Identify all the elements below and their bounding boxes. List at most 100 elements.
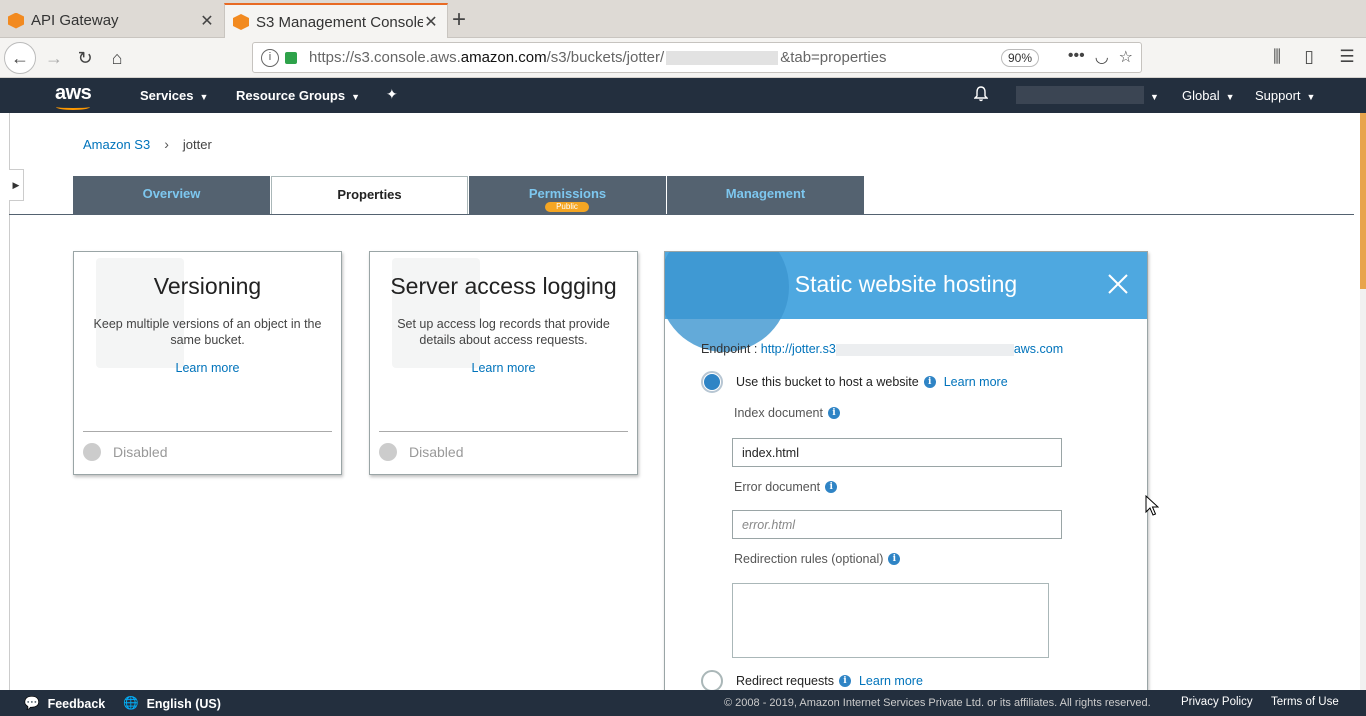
notification-bell-icon[interactable] [974, 86, 988, 102]
bookmark-star-icon[interactable]: ☆ [1119, 47, 1133, 67]
error-document-label-text: Error document [734, 480, 821, 494]
tab-properties-label: Properties [337, 187, 402, 202]
bucket-tabs: Overview Properties Permissions Public Ma… [73, 176, 865, 215]
services-label: Services [140, 88, 194, 103]
chevron-down-icon: ▼ [351, 92, 361, 102]
tab-properties[interactable]: Properties [271, 176, 468, 215]
info-icon[interactable]: i [838, 675, 851, 687]
url-text: https://s3.console.aws.amazon.com/s3/buc… [309, 49, 887, 66]
more-actions-icon[interactable]: ••• [1068, 47, 1085, 67]
tab-permissions[interactable]: Permissions Public [469, 176, 666, 214]
site-info-icon[interactable]: i [261, 48, 279, 67]
browser-tab-api-gateway[interactable]: API Gateway ✕ [0, 3, 223, 38]
library-icon[interactable]: ⫼ [1262, 42, 1292, 72]
back-arrow-icon[interactable]: ← [4, 42, 36, 74]
aws-logo[interactable]: aws [55, 82, 92, 105]
static-website-hosting-panel: Static website hosting Endpoint : http:/… [664, 251, 1148, 701]
url-prefix: https://s3.console.aws. [309, 49, 461, 66]
mouse-cursor-icon [1145, 495, 1159, 516]
redacted-block [666, 51, 779, 66]
globe-icon [665, 252, 789, 352]
aws-favicon-icon [8, 12, 24, 29]
url-path: /s3/buckets/jotter/ [546, 49, 665, 66]
status-label: Disabled [113, 444, 168, 460]
resource-groups-menu[interactable]: Resource Groups ▼ [236, 88, 360, 103]
card-title: Versioning [153, 273, 262, 299]
speech-bubble-icon: 💬 [24, 696, 40, 710]
support-label: Support [1255, 88, 1301, 103]
account-chevron-icon[interactable]: ▼ [1150, 88, 1159, 103]
server-access-logging-card[interactable]: Server access logging Set up access log … [369, 251, 638, 475]
close-icon[interactable] [1107, 273, 1129, 295]
tab-overview[interactable]: Overview [73, 176, 270, 214]
sidebar-icon[interactable]: ▯ [1294, 42, 1324, 72]
forward-arrow-icon[interactable]: → [38, 42, 70, 74]
language-selector[interactable]: 🌐 English (US) [123, 696, 221, 711]
radio-selected[interactable] [701, 371, 723, 393]
browser-tab-label: S3 Management Console [256, 13, 423, 31]
tab-overview-label: Overview [142, 186, 201, 201]
region-menu[interactable]: Global ▼ [1182, 88, 1235, 103]
breadcrumb-bucket: jotter [182, 136, 212, 152]
redirection-rules-label-text: Redirection rules (optional) [734, 552, 884, 566]
radio-unselected[interactable] [701, 670, 723, 692]
privacy-policy-link[interactable]: Privacy Policy [1181, 696, 1253, 708]
versioning-card[interactable]: Versioning Keep multiple versions of an … [73, 251, 342, 475]
card-description: Set up access log records that provide d… [397, 317, 610, 347]
feedback-button[interactable]: 💬 Feedback [24, 696, 105, 711]
learn-more-link[interactable]: Learn more [944, 375, 1008, 389]
zoom-badge[interactable]: 90% [1000, 49, 1039, 67]
region-label: Global [1182, 88, 1220, 103]
status-dot-icon [83, 443, 101, 461]
redirect-requests-option[interactable]: Redirect requests i Learn more [701, 670, 923, 692]
tab-management[interactable]: Management [667, 176, 864, 214]
close-icon[interactable]: ✕ [423, 12, 439, 32]
card-description: Keep multiple versions of an object in t… [93, 317, 322, 347]
info-icon[interactable]: i [825, 481, 838, 493]
use-bucket-option[interactable]: Use this bucket to host a website i Lear… [701, 371, 1008, 393]
menu-hamburger-icon[interactable]: ☰ [1332, 42, 1362, 72]
scrollbar-thumb[interactable] [1360, 113, 1366, 289]
use-bucket-label: Use this bucket to host a website [736, 375, 919, 389]
endpoint-link[interactable]: http://jotter.s3 aws.com [761, 342, 1063, 356]
aws-favicon-icon [233, 14, 249, 30]
language-label: English (US) [146, 696, 221, 711]
info-icon[interactable]: i [827, 407, 840, 419]
status-label: Disabled [409, 444, 464, 460]
error-document-input[interactable] [732, 510, 1062, 539]
index-document-label: Index document i [734, 406, 840, 420]
close-icon[interactable]: ✕ [199, 11, 215, 31]
browser-tab-bar: API Gateway ✕ S3 Management Console ✕ + [0, 0, 1366, 39]
learn-more-link[interactable]: Learn more [74, 361, 341, 375]
aws-smile-logo-icon [56, 104, 90, 110]
terms-of-use-link[interactable]: Terms of Use [1271, 696, 1339, 708]
reload-icon[interactable]: ↻ [69, 42, 101, 74]
learn-more-link[interactable]: Learn more [859, 674, 923, 688]
chevron-down-icon: ▼ [1306, 92, 1316, 102]
breadcrumb-amazon-s3[interactable]: Amazon S3 [83, 137, 150, 152]
url-suffix: &tab=properties [780, 49, 887, 66]
error-document-label: Error document i [734, 480, 838, 494]
expand-sidebar-icon[interactable]: ▶ [9, 169, 24, 201]
pocket-icon[interactable]: ◡ [1095, 47, 1109, 67]
redirection-rules-label: Redirection rules (optional) i [734, 552, 901, 566]
new-tab-plus-icon[interactable]: + [452, 6, 466, 34]
home-icon[interactable]: ⌂ [101, 42, 133, 74]
aws-footer: 💬 Feedback 🌐 English (US) © 2008 - 2019, A… [0, 690, 1366, 716]
endpoint-link-end: aws.com [1013, 342, 1064, 356]
tab-divider [9, 214, 1354, 215]
endpoint: Endpoint : http://jotter.s3 aws.com [701, 342, 1063, 356]
learn-more-link[interactable]: Learn more [370, 361, 637, 375]
support-menu[interactable]: Support ▼ [1255, 88, 1315, 103]
info-icon[interactable]: i [888, 553, 901, 565]
address-bar[interactable]: i https://s3.console.aws.amazon.com/s3/b… [252, 42, 1142, 73]
card-divider [83, 431, 332, 432]
pin-icon[interactable]: ✦ [386, 86, 398, 103]
account-menu-redacted[interactable] [1016, 86, 1144, 104]
info-icon[interactable]: i [923, 376, 936, 388]
browser-tab-s3-console[interactable]: S3 Management Console ✕ [224, 3, 448, 39]
services-menu[interactable]: Services ▼ [140, 88, 208, 103]
index-document-input[interactable] [732, 438, 1062, 467]
url-domain: amazon.com [460, 49, 547, 66]
redirection-rules-textarea[interactable] [732, 583, 1049, 658]
